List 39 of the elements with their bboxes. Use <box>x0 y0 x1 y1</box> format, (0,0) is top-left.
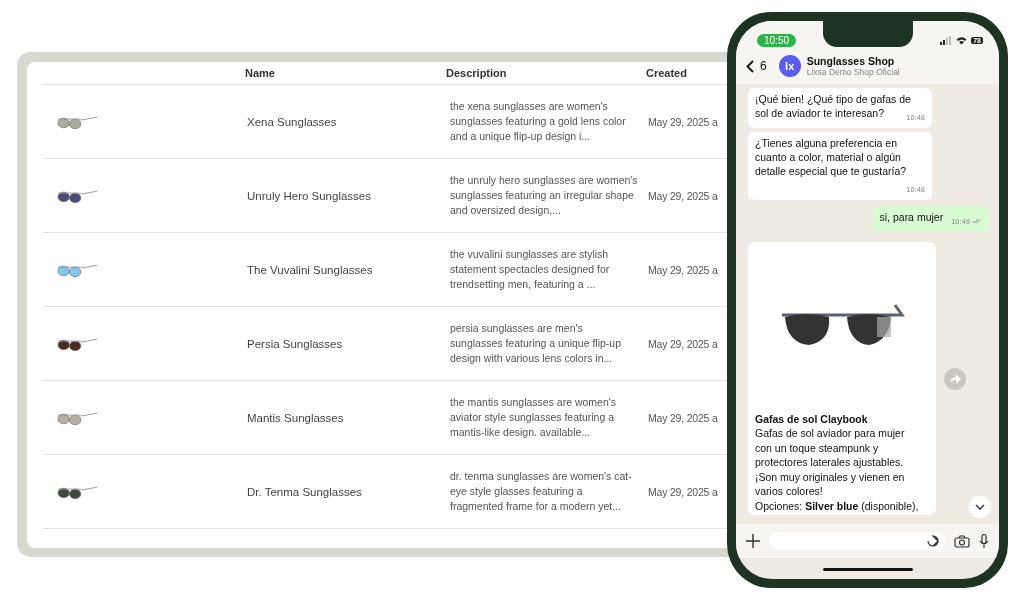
created-date: May 29, 2025 a <box>648 485 718 498</box>
product-description: persia sunglasses are men's sunglasses featuring a unique flip-up design with various lens colors in... <box>449 321 623 366</box>
column-header: Name <box>245 67 276 79</box>
product-description: dr. tenma sunglasses are women's cat-eye style glasses featuring a fragmented frame for a modern yet... <box>449 469 633 514</box>
created-date: May 29, 2025 a <box>648 337 718 350</box>
sticker-icon[interactable] <box>927 535 939 547</box>
created-date: May 29, 2025 a <box>648 115 718 128</box>
product-description: the unruly hero sunglasses are women's sunglasses featuring an irregular shape and oversized design,... <box>449 173 639 218</box>
product-options: Opciones: Silver blue (disponible), <box>755 498 922 513</box>
column-header: Created <box>646 67 687 79</box>
plus-icon[interactable] <box>746 534 760 548</box>
message-input[interactable] <box>769 532 945 550</box>
chat-subtitle: Lixsa Demo Shop Oficial <box>806 67 900 77</box>
wifi-icon <box>956 35 968 45</box>
product-name: Dr. Tenma Sunglasses <box>246 485 363 498</box>
product-description: the vuvalini sunglasses are stylish statement spectacles designed for trendsetting men, featuring a ... <box>449 247 611 292</box>
scroll-down-button[interactable] <box>969 496 991 518</box>
product-name: Mantis Sunglasses <box>246 411 345 424</box>
microphone-icon[interactable] <box>979 533 989 549</box>
product-name: The Vuvalini Sunglasses <box>246 263 374 276</box>
status-time: 10:50 <box>757 33 797 47</box>
column-header: Description <box>446 67 508 79</box>
shop-avatar: lx <box>778 55 801 77</box>
product-description: the mantis sunglasses are women's aviator style sunglasses featuring a mantis-like design. available... <box>449 395 617 440</box>
created-date: May 29, 2025 a <box>648 411 718 424</box>
chat-title: Sunglasses Shop <box>806 55 895 67</box>
created-date: May 29, 2025 a <box>648 263 718 276</box>
read-ticks-icon <box>972 218 982 224</box>
product-name: Persia Sunglasses <box>246 337 344 350</box>
created-date: May 29, 2025 a <box>648 189 718 202</box>
product-text: Gafas de sol aviador para mujer con un toque steampunk y protectores laterales ajustables. ¡Son muy originales y vienen en varios colores! <box>755 426 906 499</box>
product-description: the xena sunglasses are women's sunglasses featuring a gold lens color and a unique flip-up design i... <box>449 99 627 144</box>
signal-icon <box>940 35 953 45</box>
product-name: Unruly Hero Sunglasses <box>246 189 372 202</box>
camera-icon[interactable] <box>954 534 970 548</box>
back-icon[interactable] <box>746 59 754 73</box>
product-name: Xena Sunglasses <box>246 115 338 128</box>
product-title: Gafas de sol Claybook <box>755 412 869 426</box>
unread-count[interactable]: 6 <box>760 59 767 73</box>
